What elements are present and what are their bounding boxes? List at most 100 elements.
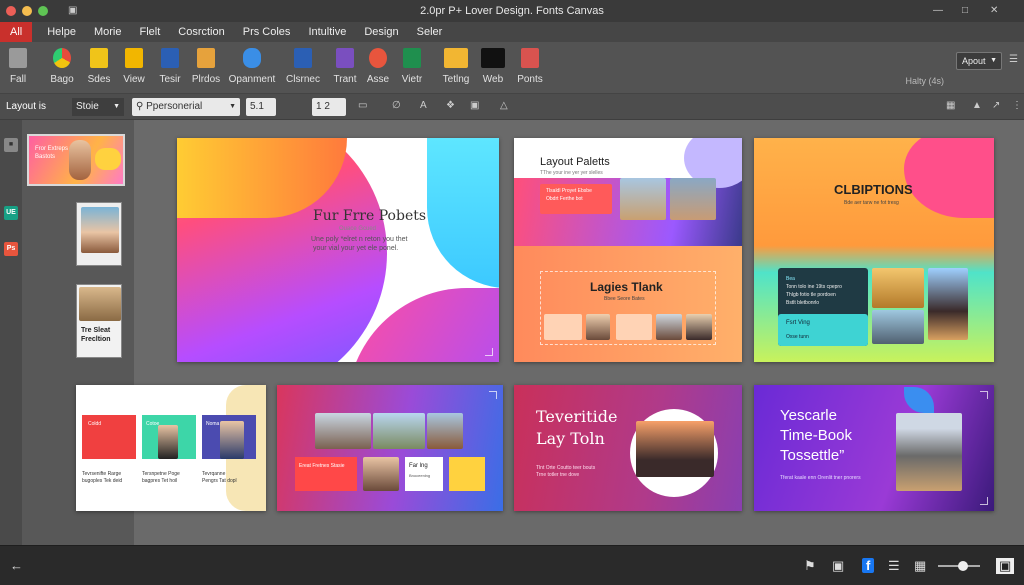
card-photo (616, 314, 652, 340)
menu-colors[interactable]: Prs Coles (234, 22, 300, 42)
left-rail: ■ UE Ps (0, 120, 22, 545)
slide-thumbnail-3[interactable]: Tre Sleat Frecltion (76, 284, 122, 358)
pdf-icon (521, 48, 539, 68)
card-red: Coldd (82, 415, 136, 459)
pyramid-photo (872, 268, 924, 308)
slide-thumbnail-1[interactable]: Fror Extreps Bastots (27, 134, 125, 186)
slide-1[interactable]: Fur Frre Pobets Ouace Gcued Une poly *el… (177, 138, 499, 362)
crop-icon[interactable]: ▣ (470, 100, 479, 111)
minimize-icon[interactable]: — (933, 5, 943, 16)
portrait-photo (670, 178, 716, 220)
slide-1-title: Fur Frre Pobets (313, 208, 427, 224)
font-size-select[interactable]: 5.1 (246, 98, 276, 116)
zoom-slider-handle[interactable] (958, 561, 968, 571)
slide-3[interactable]: CLBIPTIONS Bde aer tarw ne fot tresg Bea… (754, 138, 994, 362)
card-photo (544, 314, 582, 340)
portrait-photo (363, 457, 399, 491)
portrait-photo (928, 268, 968, 340)
portrait-photo (81, 207, 119, 253)
font-select[interactable]: ⚲ Ppersonerial ▼ (132, 98, 240, 116)
ribbon-web[interactable]: Web (473, 48, 513, 85)
portrait-photo (315, 413, 371, 449)
restore-icon[interactable]: □ (962, 5, 968, 16)
back-arrow-icon[interactable]: ← (10, 558, 23, 573)
slide-2[interactable]: Layout Paletts TThe your ine yer yer sle… (514, 138, 742, 362)
mail-icon (444, 48, 468, 68)
fit-to-window-icon[interactable]: ▣ (996, 558, 1015, 574)
ribbon-tetlng[interactable]: Tetlng (436, 48, 476, 85)
zoom-slider[interactable] (938, 561, 980, 571)
slide-4[interactable]: Coldd Cotoe Noma Tevrsenifte Rarge bugop… (76, 385, 266, 511)
ue-app-icon[interactable]: UE (4, 206, 18, 220)
status-bar: ← ⚑ ▣ f ☰ ▦ ▣ (0, 545, 1024, 585)
chevron-down-icon: ▼ (113, 103, 120, 110)
menu-help[interactable]: Helpe (38, 22, 85, 42)
ribbon-opanment[interactable]: Opanment (226, 48, 278, 85)
portrait-photo (656, 314, 682, 340)
ribbon: Fall Bago Sdes View Tesir Plrdos Opanmen… (0, 42, 1024, 94)
facebook-icon[interactable]: f (862, 558, 875, 573)
document-icon (197, 48, 215, 68)
cta-card: Fsrt Ving Oxse tunn (778, 314, 868, 346)
ribbon-view[interactable]: View (114, 48, 154, 85)
menu-correction[interactable]: Cosrction (169, 22, 233, 42)
grid-icon[interactable]: ▦ (946, 100, 955, 111)
folder-icon (125, 48, 143, 68)
ribbon-bago[interactable]: Bago (42, 48, 82, 85)
badge-shape (95, 148, 121, 170)
presentation-icon (336, 48, 354, 68)
ribbon-tesir[interactable]: Tesir (150, 48, 190, 85)
slide-7[interactable]: Yescarle Time-Book Tossettle” Tferat kaa… (754, 385, 994, 511)
word-doc-icon (294, 48, 312, 68)
share-icon[interactable]: ↗ (992, 100, 1000, 111)
leaf-shape (904, 387, 934, 413)
ribbon-plrdos[interactable]: Plrdos (186, 48, 226, 85)
shape-icon[interactable]: ▭ (358, 100, 367, 111)
arrange-icon[interactable]: ❖ (446, 100, 455, 111)
image-icon[interactable]: △ (500, 100, 508, 111)
align-icon[interactable]: ∅ (392, 100, 401, 111)
zoom-select[interactable]: 1 2 (312, 98, 346, 116)
more-icon[interactable]: ☰ (1009, 54, 1018, 65)
ribbon-fall[interactable]: Fall (0, 48, 38, 85)
menu-more[interactable]: Morie (85, 22, 131, 42)
city-photo (79, 287, 121, 321)
menu-select[interactable]: Seler (408, 22, 452, 42)
search-icon: ⚲ (136, 101, 144, 112)
text-icon[interactable]: A (420, 100, 427, 111)
portrait-photo (69, 140, 91, 180)
ribbon-ponts[interactable]: Ponts (510, 48, 550, 85)
menu-design[interactable]: Design (355, 22, 407, 42)
ribbon-vietr[interactable]: Vietr (392, 48, 432, 85)
menu-field[interactable]: Flelt (131, 22, 170, 42)
account-dropdown[interactable]: Apout ▼ (956, 52, 1002, 70)
overflow-icon[interactable]: ⋮ (1012, 100, 1022, 111)
style-dropdown[interactable]: Stoie ▼ (72, 98, 124, 116)
slide-thumbnail-2[interactable] (76, 202, 122, 266)
title-bar: ▣ 2.0pr P+ Lover Design. Fonts Canvas — … (0, 0, 1024, 22)
info-card: Tlsaldl Proyet Ebsbe Obdrt Ferthe bot (540, 184, 612, 214)
white-card: Far lng Bnoceenlng (405, 457, 443, 491)
mountain-photo (896, 413, 962, 491)
menu-all[interactable]: All (0, 22, 33, 42)
image-icon[interactable]: ▣ (832, 558, 844, 574)
photoshop-icon[interactable]: Ps (4, 242, 18, 256)
slide-5[interactable]: Ereat Fretnes Stasie Far lng Bnoceenlng (277, 385, 503, 511)
file-icon[interactable]: ■ (4, 138, 18, 152)
expand-icon[interactable]: ▲ (972, 100, 982, 111)
building-photo (620, 178, 666, 220)
excel-icon (403, 48, 421, 68)
slide-6[interactable]: Teveritide Lay Toln Tlnt Orte Coutto tee… (514, 385, 742, 511)
layout-label: Layout is (6, 101, 47, 112)
yellow-card (449, 457, 485, 491)
bookmark-icon[interactable]: ⚑ (804, 558, 816, 574)
camera-icon[interactable]: ▦ (914, 558, 926, 574)
menu-icon[interactable]: ☰ (888, 558, 900, 574)
hint-text: Halty (4s) (905, 76, 944, 86)
ribbon-clsrnec[interactable]: Clsrnec (283, 48, 323, 85)
menu-intuitive[interactable]: Intultive (299, 22, 355, 42)
close-icon[interactable]: ✕ (990, 5, 998, 16)
skyline-photo (872, 310, 924, 344)
word-icon (161, 48, 179, 68)
ribbon-sdes[interactable]: Sdes (79, 48, 119, 85)
